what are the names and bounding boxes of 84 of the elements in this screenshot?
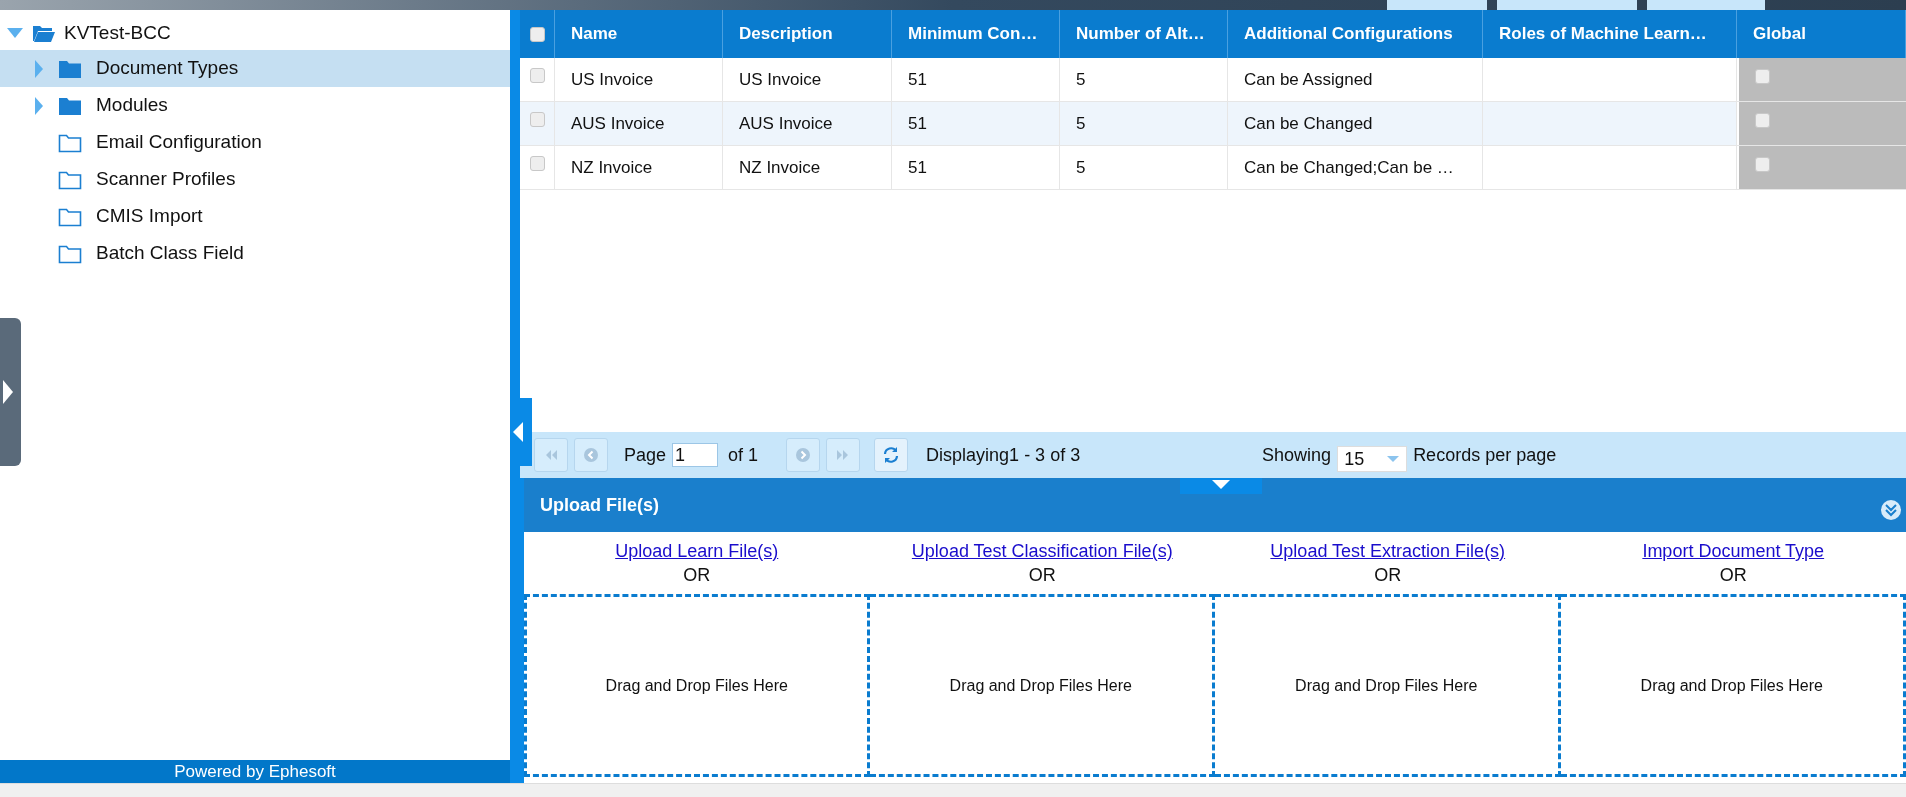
column-header[interactable]: Name: [571, 21, 618, 47]
tree-item[interactable]: CMIS Import: [0, 198, 510, 235]
collapse-arrow-icon: [1211, 480, 1231, 490]
upload-link[interactable]: Import Document Type: [1642, 539, 1825, 563]
table-cell-text: Can be Assigned: [1244, 68, 1373, 91]
folder-icon: [58, 58, 82, 79]
global-checkbox[interactable]: [1755, 157, 1770, 172]
global-checkbox[interactable]: [1755, 113, 1770, 128]
page-label: Page: [624, 443, 667, 467]
column-header[interactable]: Roles of Machine Learn…: [1499, 21, 1707, 47]
expand-arrow-icon[interactable]: [34, 95, 44, 116]
tree-item[interactable]: Scanner Profiles: [0, 161, 510, 198]
collapse-arrow-icon[interactable]: [6, 27, 24, 39]
table-cell-text: Can be Changed: [1244, 112, 1373, 135]
tree-item[interactable]: KVTest-BCC: [64, 18, 171, 48]
upload-link[interactable]: Upload Learn File(s): [615, 539, 779, 563]
table-cell-text: 5: [1076, 156, 1086, 179]
previous-page-button[interactable]: [574, 438, 608, 472]
table-cell-text: 51: [908, 156, 927, 179]
table-cell-text: US Invoice: [739, 68, 822, 91]
tree-item[interactable]: Batch Class Field: [0, 235, 510, 272]
row-checkbox[interactable]: [529, 112, 545, 127]
table-cell-text: US Invoice: [571, 68, 654, 91]
row-checkbox[interactable]: [529, 156, 545, 171]
or-label: OR: [1719, 564, 1747, 587]
table-cell-text: NZ Invoice: [739, 156, 821, 179]
page-count: of 1: [728, 443, 759, 467]
upload-link[interactable]: Upload Test Extraction File(s): [1270, 539, 1506, 563]
table-cell-text: AUS Invoice: [739, 112, 833, 135]
header-tab[interactable]: [1647, 0, 1765, 10]
side-panel-handle[interactable]: [512, 398, 532, 466]
column-header[interactable]: Global: [1753, 21, 1806, 47]
folder-icon: [58, 206, 82, 227]
dropdown-caret-icon: [1386, 455, 1401, 463]
header-tab[interactable]: [1387, 0, 1487, 10]
or-label: OR: [1374, 564, 1402, 587]
records-label: Records per page: [1413, 443, 1557, 467]
column-header[interactable]: Minimum Con…: [908, 21, 1038, 47]
collapse-arrow-icon: [512, 421, 524, 443]
folder-icon: [58, 169, 82, 190]
records-per-page-select[interactable]: 15: [1337, 446, 1408, 472]
section-header: Upload File(s): [524, 478, 1906, 532]
tree-item[interactable]: Document Types: [0, 50, 510, 87]
column-header[interactable]: Description: [739, 21, 833, 47]
select-all-checkbox[interactable]: [529, 26, 545, 42]
table-cell-text: 5: [1076, 68, 1086, 91]
collapse-tab[interactable]: [1180, 478, 1262, 494]
header-tab[interactable]: [1497, 0, 1637, 10]
or-label: OR: [1028, 564, 1056, 587]
drop-zone[interactable]: Drag and Drop Files Here: [1560, 594, 1906, 777]
displaying-text: Displaying1 - 3 of 3: [926, 443, 1082, 467]
upload-link[interactable]: Upload Test Classification File(s): [911, 539, 1173, 563]
global-checkbox[interactable]: [1755, 69, 1770, 84]
last-page-button[interactable]: [826, 438, 861, 472]
drop-zone[interactable]: Drag and Drop Files Here: [1215, 594, 1561, 777]
table-cell-text: Can be Changed;Can be …: [1244, 156, 1454, 179]
folder-icon: [58, 95, 82, 116]
table-cell-text: 5: [1076, 112, 1086, 135]
folder-icon: [32, 23, 56, 43]
refresh-button[interactable]: [874, 438, 909, 472]
first-page-button[interactable]: [534, 438, 568, 472]
column-header[interactable]: Number of Alt…: [1076, 21, 1205, 47]
drop-zone[interactable]: Drag and Drop Files Here: [524, 594, 870, 777]
row-checkbox[interactable]: [529, 68, 545, 83]
tree-item[interactable]: Modules: [0, 87, 510, 124]
side-panel-handle[interactable]: [0, 318, 21, 466]
expand-arrow-icon: [0, 379, 14, 405]
expand-arrow-icon[interactable]: [34, 58, 44, 79]
table-cell-text: NZ Invoice: [571, 156, 653, 179]
or-label: OR: [683, 564, 711, 587]
showing-label: Showing: [1262, 443, 1332, 467]
table-cell-text: 51: [908, 112, 927, 135]
table-cell-text: 51: [908, 68, 927, 91]
collapse-chevron-icon[interactable]: [1880, 499, 1902, 521]
folder-icon: [58, 132, 82, 153]
next-page-button[interactable]: [786, 438, 821, 472]
footer-bar: Powered by Ephesoft: [0, 760, 510, 783]
folder-icon: [58, 243, 82, 264]
column-header[interactable]: Additional Configurations: [1244, 21, 1453, 47]
refresh-icon: [882, 446, 901, 464]
drop-zone[interactable]: Drag and Drop Files Here: [869, 594, 1215, 777]
table-cell-text: AUS Invoice: [571, 112, 665, 135]
tree-item[interactable]: Email Configuration: [0, 124, 510, 161]
page-number-field[interactable]: 1: [672, 443, 719, 467]
